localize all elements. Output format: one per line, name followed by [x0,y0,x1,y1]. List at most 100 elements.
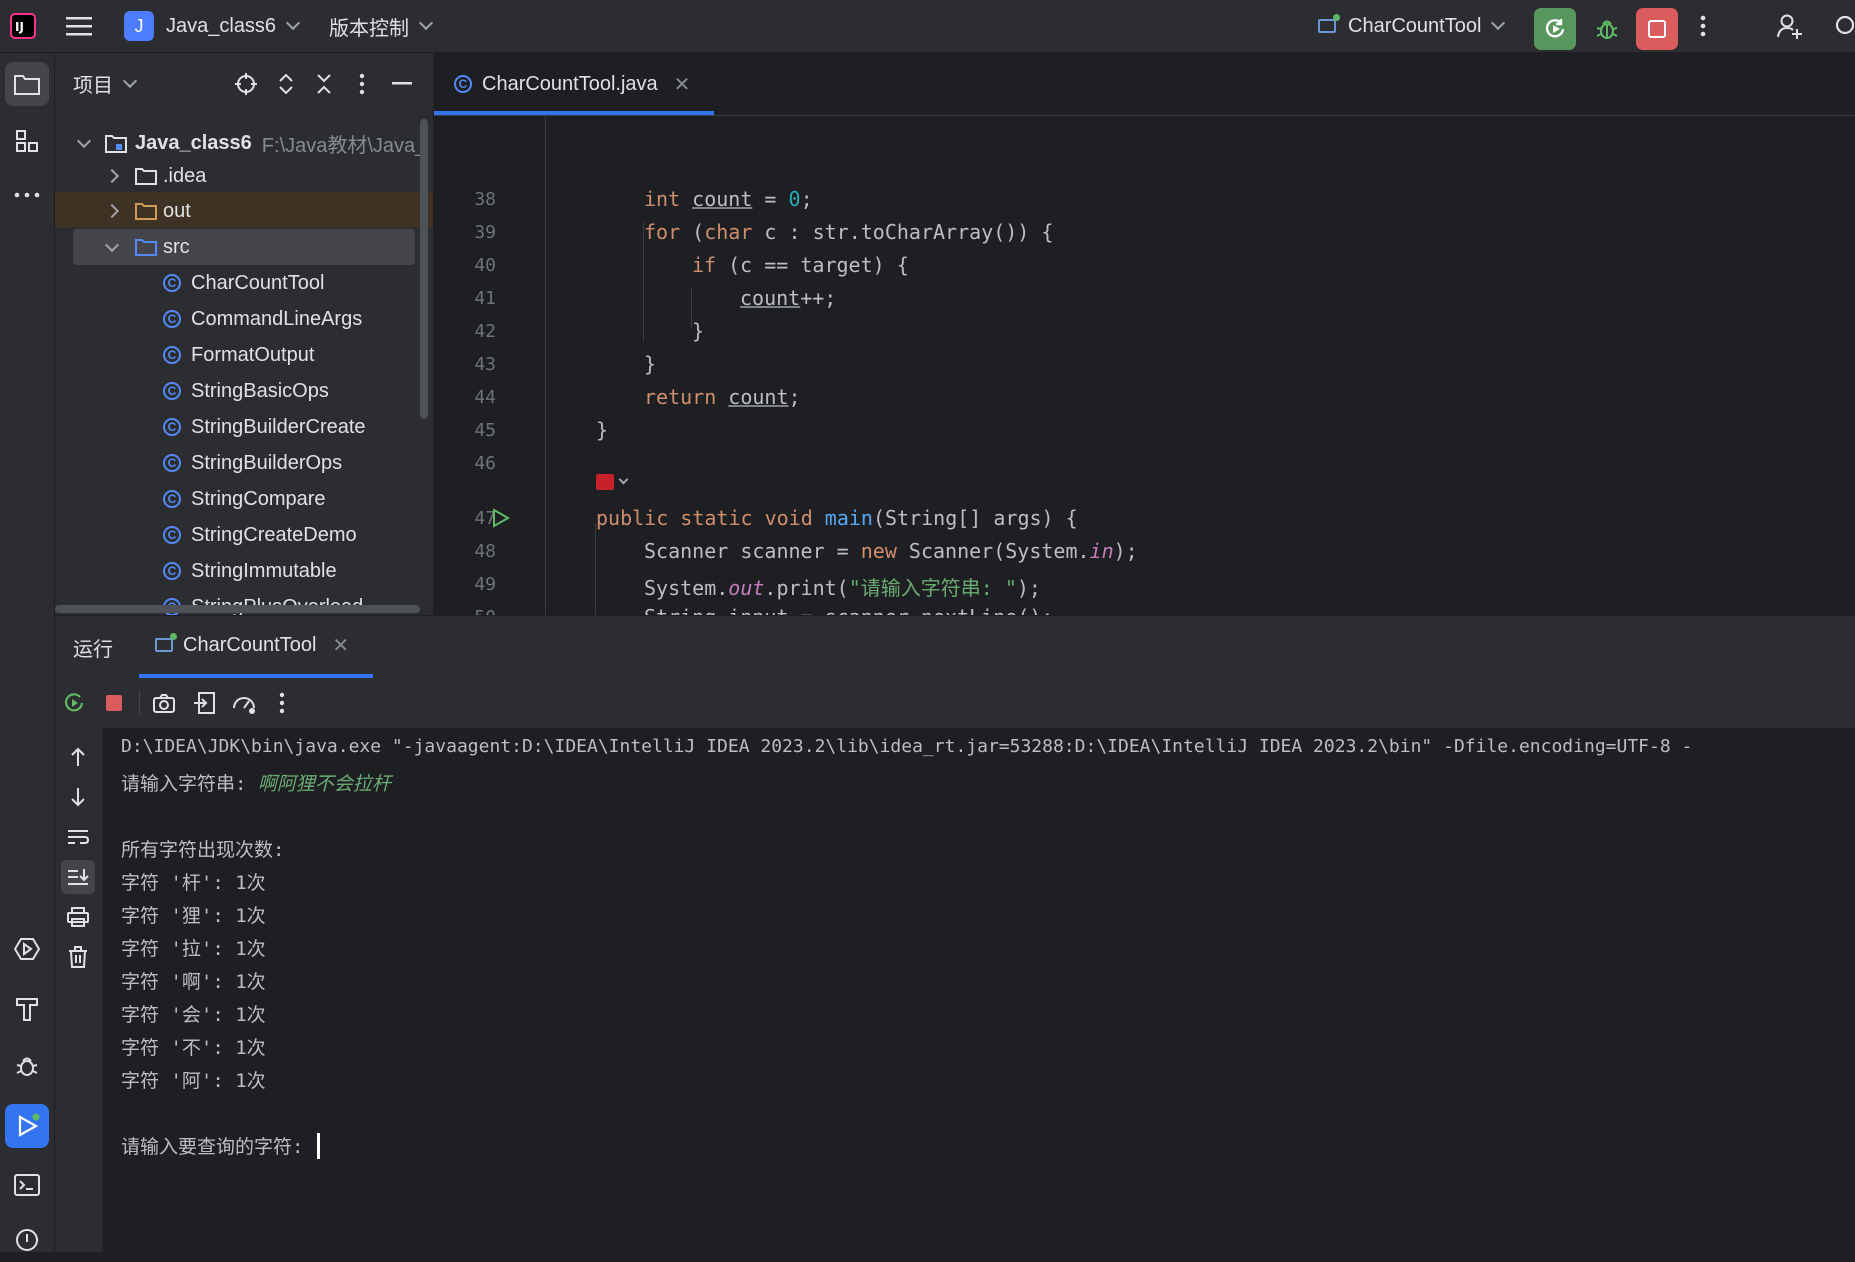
tree-class[interactable]: C StringCompare [163,481,326,517]
code-line[interactable]: int count = 0; [644,187,813,211]
console-query-line[interactable]: 请输入要查询的字符: [121,1132,320,1159]
close-icon[interactable]: ✕ [674,72,691,97]
more-options-icon[interactable] [349,71,375,97]
hide-panel-icon[interactable] [389,71,415,97]
project-tool-button[interactable] [5,62,49,106]
editor-tab[interactable]: C CharCountTool.java ✕ [454,53,690,115]
class-label: StringCreateDemo [191,523,357,546]
class-icon: C [163,418,181,436]
more-options-icon[interactable] [269,690,295,716]
code-line[interactable]: return count; [644,385,801,409]
stop-icon[interactable] [101,690,127,716]
title-bar: IJ J Java_class6 版本控制 CharCountTool [0,0,1855,53]
soft-wrap-icon[interactable] [65,824,91,850]
code-line[interactable]: Scanner scanner = new Scanner(System.in)… [644,539,1138,563]
line-number: 41 [474,288,496,309]
rerun-button[interactable] [1534,8,1576,50]
trash-icon[interactable] [65,944,91,970]
tree-class[interactable]: C StringCreateDemo [163,517,357,553]
build-tool-button[interactable] [5,986,49,1030]
ellipsis-icon [14,192,40,198]
project-panel-title[interactable]: 项目 [73,69,138,98]
profiler-icon[interactable] [231,690,257,716]
debug-button[interactable] [1586,8,1628,50]
structure-tool-button[interactable] [5,119,49,163]
camera-icon[interactable] [151,690,177,716]
code-line[interactable]: count++; [740,286,836,310]
stop-button[interactable] [1636,8,1678,50]
run-gutter-icon[interactable] [490,508,512,530]
tree-class[interactable]: C StringBasicOps [163,373,329,409]
tool-window-strip [0,53,55,1252]
console-count-line: 字符 '不': 1次 [121,1037,266,1059]
tree-folder-src[interactable]: src [104,229,190,265]
vertical-scrollbar[interactable] [420,119,428,419]
tree-class[interactable]: C FormatOutput [163,337,314,373]
chevron-down-icon [122,73,138,88]
rerun-icon[interactable] [61,690,87,716]
more-tools-button[interactable] [5,173,49,217]
run-config-icon [1318,14,1340,33]
exit-icon[interactable] [191,690,217,716]
tree-class[interactable]: C StringBuilderOps [163,445,342,481]
run-config-icon [155,633,177,652]
print-icon[interactable] [65,904,91,930]
run-tool-button[interactable] [5,1104,49,1148]
tree-class[interactable]: C StringBuilderCreate [163,409,366,445]
scroll-to-end-icon[interactable] [61,860,95,894]
line-number: 47 [474,508,496,529]
class-label: StringImmutable [191,559,337,582]
debug-tool-button[interactable] [5,1044,49,1088]
run-tab[interactable]: CharCountTool ✕ [155,616,349,674]
collapse-all-icon[interactable] [311,71,337,97]
tree-class[interactable]: C StringImmutable [163,553,337,589]
project-switcher[interactable]: J Java_class6 [124,0,301,52]
text-cursor [316,1132,320,1159]
run-config-selector[interactable]: CharCountTool [1318,0,1506,52]
more-options-icon[interactable] [1700,0,1706,52]
class-label: CommandLineArgs [191,307,363,330]
arrow-up-icon[interactable] [65,744,91,770]
add-user-icon[interactable] [1776,0,1804,52]
run-tab-label: CharCountTool [183,633,317,656]
locate-icon[interactable] [233,71,259,97]
code-line[interactable]: if (c == target) { [692,253,909,277]
code-line[interactable]: System.out.print("请输入字符串: "); [644,572,1041,601]
line-number: 39 [474,222,496,243]
close-icon[interactable]: ✕ [332,633,349,658]
terminal-icon [14,1174,40,1196]
search-icon[interactable] [1834,0,1855,52]
code-line[interactable]: } [596,418,608,442]
console-header: 所有字符出现次数: [121,839,285,861]
tree-class[interactable]: C CharCountTool [163,265,324,301]
ai-assist-icon [596,474,614,490]
tree-folder-idea[interactable]: .idea [104,158,206,194]
class-label: StringBuilderOps [191,451,343,474]
code-line[interactable]: String input = scanner.nextLine(); [644,605,1053,615]
chevron-right-icon [104,203,120,219]
class-label: StringBasicOps [191,379,329,402]
vcs-menu[interactable]: 版本控制 [329,0,434,52]
problems-tool-button[interactable] [5,1218,49,1262]
code-line[interactable]: } [692,319,704,343]
services-tool-button[interactable] [5,927,49,971]
chevron-down-icon [418,15,434,31]
console-input-line: 请输入字符串: 啊阿狸不会拉杆 [121,769,391,796]
horizontal-scrollbar[interactable] [55,605,420,613]
code-line[interactable]: public static void main(String[] args) { [596,506,1078,530]
class-label: FormatOutput [191,343,315,366]
main-menu-icon[interactable] [66,0,92,52]
expand-all-icon[interactable] [273,71,299,97]
terminal-tool-button[interactable] [5,1163,49,1207]
line-number: 49 [474,574,496,595]
tree-class[interactable]: C CommandLineArgs [163,301,362,337]
ai-assist-inlay[interactable] [596,474,629,490]
code-line[interactable]: } [644,352,656,376]
intellij-logo-icon[interactable]: IJ [10,0,36,52]
arrow-down-icon[interactable] [65,784,91,810]
active-tab-indicator [434,111,714,115]
tree-root[interactable]: Java_class6 F:\Java教材\Java_ [76,125,426,161]
tree-folder-out[interactable]: out [104,193,191,229]
run-tab-bar: 运行 CharCountTool ✕ [55,616,1855,678]
code-line[interactable]: for (char c : str.toCharArray()) { [644,220,1053,244]
